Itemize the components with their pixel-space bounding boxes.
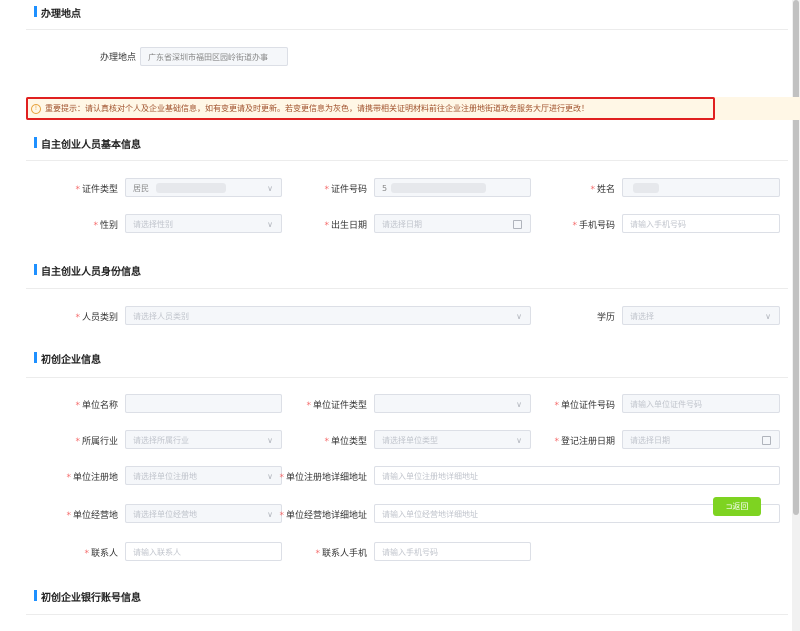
reg-addr-label: * 单位注册地详细地址: [279, 473, 367, 483]
section-title-bank: 初创企业银行账号信息: [34, 589, 141, 604]
contact-phone-input[interactable]: 请输入手机号码: [374, 542, 531, 561]
id-type-value: 居民: [133, 184, 149, 193]
chevron-down-icon: ∨: [267, 436, 273, 445]
edu-select[interactable]: 请选择 ∨: [622, 306, 780, 325]
section-title-basic: 自主创业人员基本信息: [34, 136, 141, 151]
contact-label: * 联系人: [84, 549, 118, 559]
reg-addr-input[interactable]: 请输入单位注册地详细地址: [374, 466, 780, 485]
id-type-label: * 证件类型: [75, 185, 118, 195]
scrollbar-thumb[interactable]: [793, 0, 799, 515]
op-place-label: * 单位经营地: [66, 511, 118, 521]
location-value: 广东省深圳市福田区园岭街道办事: [148, 53, 268, 62]
notice-text: 重要提示：请认真核对个人及企业基础信息，如有变更请及时更新。若变更信息为灰色，请…: [45, 104, 589, 113]
contact-phone-label: * 联系人手机: [315, 549, 367, 559]
chevron-down-icon: ∨: [516, 436, 522, 445]
chevron-down-icon: ∨: [267, 184, 273, 193]
reg-addr-placeholder: 请输入单位注册地详细地址: [382, 472, 478, 481]
divider: [26, 288, 788, 289]
redacted-mask: [391, 183, 486, 193]
divider: [26, 29, 788, 30]
notice-text-wrap: ! 重要提示：请认真核对个人及企业基础信息，如有变更请及时更新。若变更信息为灰色，…: [31, 103, 589, 114]
reg-place-label: * 单位注册地: [66, 473, 118, 483]
phone-placeholder: 请输入手机号码: [630, 220, 686, 229]
phone-input[interactable]: 请输入手机号码: [622, 214, 780, 233]
gender-select[interactable]: 请选择性别 ∨: [125, 214, 282, 233]
calendar-icon: [762, 436, 771, 445]
industry-select[interactable]: 请选择所属行业 ∨: [125, 430, 282, 449]
divider: [26, 614, 788, 615]
edu-label: 学历: [596, 313, 615, 323]
location-field[interactable]: 广东省深圳市福田区园岭街道办事: [140, 47, 288, 66]
id-no-label: * 证件号码: [324, 185, 367, 195]
cert-no-placeholder: 请输入单位证件号码: [630, 400, 702, 409]
birth-placeholder: 请选择日期: [382, 220, 422, 229]
redacted-mask: [633, 183, 659, 193]
scrollbar-track[interactable]: [792, 0, 800, 631]
category-select[interactable]: 请选择人员类别 ∨: [125, 306, 531, 325]
calendar-icon: [513, 220, 522, 229]
id-type-select[interactable]: 居民 ∨: [125, 178, 282, 197]
section-title-location: 办理地点: [34, 5, 81, 20]
cert-type-select[interactable]: ∨: [374, 394, 531, 413]
edu-placeholder: 请选择: [630, 312, 654, 321]
company-type-select[interactable]: 请选择单位类型 ∨: [374, 430, 531, 449]
id-no-input[interactable]: 5: [374, 178, 531, 197]
op-place-select[interactable]: 请选择单位经营地 ∨: [125, 504, 282, 523]
reg-date-label: * 登记注册日期: [554, 437, 615, 447]
company-name-input[interactable]: [125, 394, 282, 413]
company-name-label: * 单位名称: [75, 401, 118, 411]
company-type-label: * 单位类型: [324, 437, 367, 447]
contact-input[interactable]: 请输入联系人: [125, 542, 282, 561]
chevron-down-icon: ∨: [267, 220, 273, 229]
birth-date-picker[interactable]: 请选择日期: [374, 214, 531, 233]
cert-no-input[interactable]: 请输入单位证件号码: [622, 394, 780, 413]
reg-date-picker[interactable]: 请选择日期: [622, 430, 780, 449]
cert-type-label: * 单位证件类型: [306, 401, 367, 411]
contact-placeholder: 请输入联系人: [133, 548, 181, 557]
name-label: * 姓名: [590, 185, 615, 195]
phone-label: * 手机号码: [572, 221, 615, 231]
reg-place-placeholder: 请选择单位注册地: [133, 472, 197, 481]
back-button[interactable]: ⊐返回: [713, 497, 761, 516]
contact-phone-placeholder: 请输入手机号码: [382, 548, 438, 557]
op-place-placeholder: 请选择单位经营地: [133, 510, 197, 519]
section-title-company: 初创企业信息: [34, 351, 101, 366]
op-addr-placeholder: 请输入单位经营地详细地址: [382, 510, 478, 519]
name-input[interactable]: [622, 178, 780, 197]
chevron-down-icon: ∨: [516, 312, 522, 321]
category-label: * 人员类别: [75, 313, 118, 323]
category-placeholder: 请选择人员类别: [133, 312, 189, 321]
location-label: 办理地点: [99, 53, 136, 63]
section-title-identity: 自主创业人员身份信息: [34, 263, 141, 278]
divider: [26, 377, 788, 378]
redacted-mask: [156, 183, 226, 193]
chevron-down-icon: ∨: [765, 312, 771, 321]
company-type-placeholder: 请选择单位类型: [382, 436, 438, 445]
gender-label: * 性别: [93, 221, 118, 231]
birth-label: * 出生日期: [324, 221, 367, 231]
reg-date-placeholder: 请选择日期: [630, 436, 670, 445]
cert-no-label: * 单位证件号码: [554, 401, 615, 411]
chevron-down-icon: ∨: [267, 510, 273, 519]
gender-placeholder: 请选择性别: [133, 220, 173, 229]
chevron-down-icon: ∨: [267, 472, 273, 481]
industry-placeholder: 请选择所属行业: [133, 436, 189, 445]
industry-label: * 所属行业: [75, 437, 118, 447]
back-button-label: 返回: [732, 502, 749, 511]
chevron-down-icon: ∨: [516, 400, 522, 409]
info-icon: !: [31, 103, 41, 114]
reg-place-select[interactable]: 请选择单位注册地 ∨: [125, 466, 282, 485]
divider: [26, 160, 788, 161]
op-addr-label: * 单位经营地详细地址: [279, 511, 367, 521]
id-no-value: 5: [382, 184, 388, 193]
